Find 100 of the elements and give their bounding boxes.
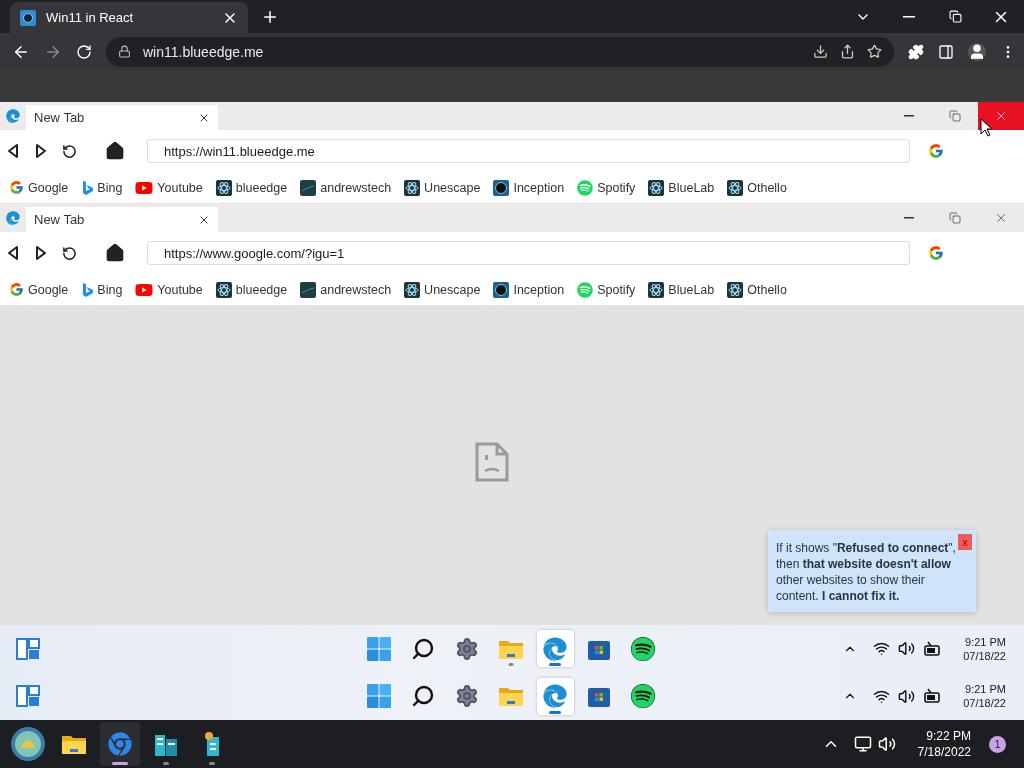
address-field[interactable]: https://www.google.com/?igu=1 (147, 241, 910, 265)
tooltip-text: If it shows "Refused to connect", then that website doesn't allow other websites to show their content. I cannot fix it. (776, 541, 956, 603)
side-panel-icon[interactable] (938, 43, 954, 60)
bookmark-link[interactable]: Spotify (577, 179, 636, 196)
search-icon (411, 636, 435, 661)
chrome-icon (108, 732, 132, 756)
home-icon[interactable] (105, 141, 125, 161)
browser-tab[interactable]: New Tab (26, 105, 218, 130)
clock-date: 07/18/22 (963, 696, 1006, 711)
ring-icon (493, 179, 510, 196)
bookmark-link[interactable]: Unescape (404, 179, 481, 196)
back-icon[interactable] (6, 143, 20, 159)
browser-tab[interactable]: Win11 in React (10, 2, 248, 33)
restore-icon (949, 212, 961, 224)
windows-icon (366, 635, 392, 662)
widgets-icon[interactable] (16, 685, 40, 708)
notification-badge[interactable]: 1 (989, 735, 1006, 753)
bookmark-link[interactable]: Youtube (135, 280, 203, 299)
clock-time: 9:21 PM (965, 682, 1006, 697)
close-icon (994, 109, 1008, 123)
volume-icon[interactable] (898, 687, 916, 705)
edge-icon (543, 684, 567, 709)
site-icon (20, 9, 36, 26)
bookmark-link[interactable]: BlueLab (648, 179, 715, 196)
spotify-icon (577, 281, 594, 298)
bookmark-link[interactable]: Othello (727, 281, 787, 298)
forward-icon[interactable] (34, 245, 48, 261)
folder-icon (61, 733, 87, 755)
bookmark-link[interactable]: Google (9, 282, 69, 297)
address-field[interactable]: https://win11.blueedge.me (147, 139, 910, 163)
shell-icon (10, 726, 46, 762)
restore-icon (949, 110, 961, 122)
clock-time: 9:22 PM (926, 728, 971, 744)
address-bar[interactable]: win11.blueedge.me (106, 36, 894, 67)
bookmark-link[interactable]: Inception (493, 281, 565, 298)
bookmark-link[interactable]: Bing (81, 179, 123, 196)
bookmark-link[interactable]: blueedge (215, 281, 288, 298)
bookmark-link[interactable]: Bing (81, 281, 123, 298)
widgets-icon[interactable] (16, 637, 40, 660)
bookmark-link[interactable]: Othello (727, 179, 787, 196)
settings-icon (455, 636, 479, 661)
restore-icon (948, 10, 962, 23)
minimize-icon (904, 115, 914, 117)
browser-tab[interactable]: New Tab (26, 207, 218, 232)
forward-icon[interactable] (34, 143, 48, 159)
cursor-icon (980, 118, 994, 138)
atom-icon (215, 179, 232, 196)
bookmark-link[interactable]: Unescape (404, 281, 481, 298)
battery-icon[interactable] (923, 640, 942, 657)
wave-icon (300, 179, 317, 196)
bookmark-link[interactable]: Inception (493, 179, 565, 196)
taskbar-app[interactable] (100, 722, 140, 766)
bing-icon (81, 179, 94, 196)
lock-icon (118, 45, 131, 58)
back-icon[interactable] (6, 245, 20, 261)
volume-icon[interactable] (898, 640, 916, 658)
sad-page-icon (474, 441, 510, 483)
bookmark-link[interactable]: andrewstech (300, 281, 392, 298)
ring-icon (493, 281, 510, 298)
close-button[interactable] (978, 102, 1024, 130)
bookmark-link[interactable]: blueedge (215, 179, 288, 196)
clock-date: 7/18/2022 (917, 744, 971, 760)
extensions-icon[interactable] (908, 43, 924, 60)
tower-icon (203, 731, 221, 757)
bookmark-link[interactable]: BlueLab (648, 281, 715, 298)
atom-icon (215, 281, 232, 298)
edge-icon (543, 636, 567, 661)
google-icon (9, 282, 24, 297)
wifi-icon[interactable] (873, 640, 891, 658)
bookmark-link[interactable]: andrewstech (300, 179, 392, 196)
atom-icon (404, 281, 421, 298)
google-icon[interactable] (928, 245, 944, 261)
spotify-icon (631, 684, 655, 709)
spotify-icon (577, 179, 594, 196)
bing-icon (81, 281, 94, 298)
atom-icon (648, 179, 665, 196)
clock-date: 07/18/22 (963, 648, 1006, 663)
clock-time: 9:21 PM (965, 634, 1006, 649)
minimize-icon (904, 217, 914, 219)
reload-icon[interactable] (62, 143, 77, 159)
volume-icon[interactable] (877, 735, 896, 753)
share-icon[interactable] (840, 44, 855, 59)
battery-icon[interactable] (923, 688, 942, 705)
profile-icon[interactable] (968, 42, 986, 61)
google-icon[interactable] (928, 143, 944, 159)
bookmark-link[interactable]: Youtube (135, 178, 203, 197)
home-icon[interactable] (105, 243, 125, 263)
edge-icon (6, 211, 20, 225)
atom-icon (727, 179, 744, 196)
google-icon (9, 180, 24, 195)
close-icon (994, 211, 1008, 225)
bookmark-link[interactable]: Spotify (577, 281, 636, 298)
bookmark-link[interactable]: Google (9, 180, 69, 195)
search-icon (411, 684, 435, 709)
star-icon[interactable] (867, 44, 882, 59)
folder-icon (498, 685, 524, 708)
install-icon[interactable] (813, 44, 828, 59)
wave-icon (300, 281, 317, 298)
network-icon[interactable] (853, 735, 872, 753)
reload-icon[interactable] (62, 245, 77, 261)
